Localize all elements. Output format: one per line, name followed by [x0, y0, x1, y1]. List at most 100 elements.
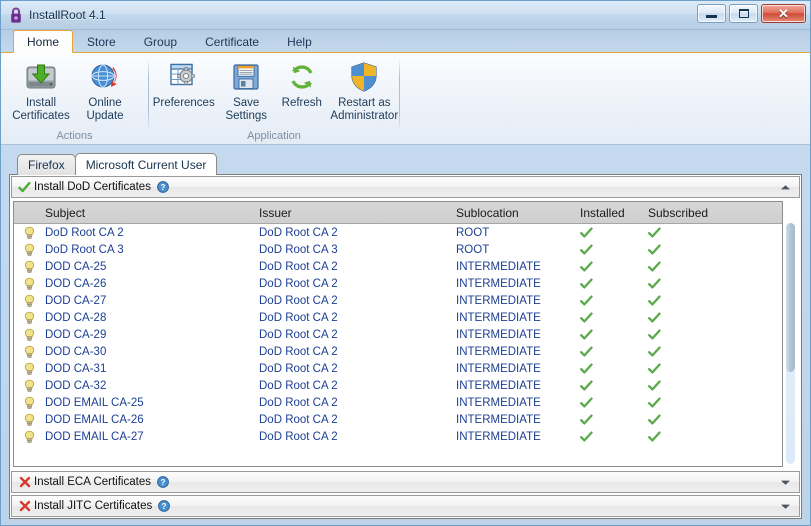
certificate-bulb-icon: [14, 260, 44, 274]
cell-sublocation: INTERMEDIATE: [456, 328, 541, 341]
store-tab-firefox[interactable]: Firefox: [17, 154, 76, 175]
grid-column-sublocation[interactable]: Sublocation: [456, 206, 580, 220]
svg-text:?: ?: [161, 478, 166, 487]
cell-installed: [580, 362, 648, 375]
refresh-label: Refresh: [281, 97, 322, 109]
cell-subject: DOD CA-29: [45, 328, 107, 341]
restart-as-administrator-label: Restart as Administrator: [330, 97, 399, 122]
cell-issuer: DoD Root CA 2: [259, 379, 338, 392]
cell-issuer: DoD Root CA 2: [259, 362, 338, 375]
cell-subject: DOD CA-31: [45, 362, 107, 375]
cell-subject: DOD CA-25: [45, 260, 107, 273]
ribbon-tab-store[interactable]: Store: [73, 30, 130, 53]
refresh-arrows-icon: [285, 60, 319, 94]
cell-subscribed: [648, 277, 728, 290]
green-check-icon: [17, 181, 32, 194]
ribbon-tab-help[interactable]: Help: [273, 30, 326, 53]
restart-as-administrator-button[interactable]: Restart as Administrator: [330, 58, 399, 123]
cell-subscribed: [648, 294, 728, 307]
online-update-button[interactable]: Online Update: [73, 58, 137, 123]
table-row[interactable]: DOD EMAIL CA-25 DoD Root CA 2 INTERMEDIATE: [14, 394, 782, 411]
minimize-button[interactable]: [697, 4, 726, 23]
grid-column-subscribed[interactable]: Subscribed: [648, 206, 728, 220]
cell-subscribed: [648, 243, 728, 256]
cell-subject: DoD Root CA 3: [45, 243, 124, 256]
cell-subscribed: [648, 396, 728, 409]
cell-sublocation: INTERMEDIATE: [456, 379, 541, 392]
cell-subject: DOD EMAIL CA-26: [45, 413, 144, 426]
certificate-bulb-icon: [14, 379, 44, 393]
preferences-label: Preferences: [152, 97, 215, 109]
padlock-icon: [6, 5, 26, 25]
red-cross-icon: [17, 500, 32, 512]
table-row[interactable]: DOD CA-31 DoD Root CA 2 INTERMEDIATE: [14, 360, 782, 377]
cell-issuer: DoD Root CA 2: [259, 345, 338, 358]
refresh-button[interactable]: Refresh: [274, 58, 330, 110]
chevron-down-icon[interactable]: [780, 472, 791, 492]
cell-subscribed: [648, 328, 728, 341]
certificate-bulb-icon: [14, 277, 44, 291]
ribbon-tab-certificate[interactable]: Certificate: [191, 30, 273, 53]
chevron-down-icon[interactable]: [780, 496, 791, 516]
panel-header-eca[interactable]: Install ECA Certificates ?: [11, 471, 800, 493]
table-row[interactable]: DOD CA-32 DoD Root CA 2 INTERMEDIATE: [14, 377, 782, 394]
certificate-bulb-icon: [14, 328, 44, 342]
install-certificates-button[interactable]: Install Certificates: [9, 58, 73, 123]
help-icon[interactable]: ?: [157, 476, 169, 488]
grid-column-installed[interactable]: Installed: [580, 206, 648, 220]
help-icon[interactable]: ?: [158, 500, 171, 512]
grid-column-subject[interactable]: Subject: [44, 206, 259, 220]
cell-issuer: DoD Root CA 2: [259, 311, 338, 324]
cell-subscribed: [648, 379, 728, 392]
cell-subscribed: [648, 362, 728, 375]
help-icon[interactable]: ?: [157, 181, 169, 193]
table-row[interactable]: DoD Root CA 3 DoD Root CA 3 ROOT: [14, 241, 782, 258]
cell-subject: DOD CA-26: [45, 277, 107, 290]
scrollbar-track[interactable]: [786, 223, 795, 464]
content-area: Firefox Microsoft Current User Install D…: [1, 145, 810, 525]
cell-installed: [580, 413, 648, 426]
chevron-up-icon[interactable]: [780, 177, 791, 197]
cell-subscribed: [648, 260, 728, 273]
ribbon-tab-label: Group: [143, 34, 178, 49]
table-row[interactable]: DOD CA-26 DoD Root CA 2 INTERMEDIATE: [14, 275, 782, 292]
cell-installed: [580, 311, 648, 324]
certificate-bulb-icon: [14, 311, 44, 325]
table-row[interactable]: DOD CA-28 DoD Root CA 2 INTERMEDIATE: [14, 309, 782, 326]
install-certificates-label: Install Certificates: [12, 97, 70, 122]
save-settings-button[interactable]: Save Settings: [218, 58, 274, 123]
table-row[interactable]: DOD CA-30 DoD Root CA 2 INTERMEDIATE: [14, 343, 782, 360]
table-row[interactable]: DOD CA-25 DoD Root CA 2 INTERMEDIATE: [14, 258, 782, 275]
ribbon-tab-strip: Home Store Group Certificate Help: [1, 30, 810, 53]
cell-installed: [580, 226, 648, 239]
grid-column-issuer[interactable]: Issuer: [259, 206, 456, 220]
table-row[interactable]: DOD EMAIL CA-27 DoD Root CA 2 INTERMEDIATE: [14, 428, 782, 445]
ribbon-tab-group[interactable]: Group: [130, 30, 191, 53]
scrollbar-thumb[interactable]: [786, 223, 795, 373]
table-row[interactable]: DOD CA-27 DoD Root CA 2 INTERMEDIATE: [14, 292, 782, 309]
panel-title-jitc: Install JITC Certificates: [34, 500, 153, 512]
preferences-button[interactable]: Preferences: [149, 58, 218, 110]
panel-header-dod[interactable]: Install DoD Certificates ?: [11, 176, 800, 198]
panel-title-dod: Install DoD Certificates: [34, 181, 151, 193]
ribbon-tab-label: Help: [287, 34, 312, 49]
close-button[interactable]: ✕: [761, 4, 806, 23]
cell-subscribed: [648, 311, 728, 324]
table-row[interactable]: DoD Root CA 2 DoD Root CA 2 ROOT: [14, 224, 782, 241]
vertical-scrollbar[interactable]: [783, 201, 798, 467]
panel-header-jitc[interactable]: Install JITC Certificates ?: [11, 495, 800, 517]
cell-issuer: DoD Root CA 2: [259, 430, 338, 443]
certificate-bulb-icon: [14, 294, 44, 308]
store-tab-label: Microsoft Current User: [85, 157, 207, 172]
certificate-bulb-icon: [14, 430, 44, 444]
certificate-bulb-icon: [14, 243, 44, 257]
cell-subject: DOD CA-27: [45, 294, 107, 307]
table-row[interactable]: DOD EMAIL CA-26 DoD Root CA 2 INTERMEDIATE: [14, 411, 782, 428]
save-settings-label: Save Settings: [225, 97, 267, 122]
store-tab-microsoft-current-user[interactable]: Microsoft Current User: [74, 153, 218, 175]
cell-installed: [580, 294, 648, 307]
table-row[interactable]: DOD CA-29 DoD Root CA 2 INTERMEDIATE: [14, 326, 782, 343]
ribbon-tab-home[interactable]: Home: [13, 30, 74, 53]
maximize-button[interactable]: [729, 4, 758, 23]
certificate-bulb-icon: [14, 226, 44, 240]
